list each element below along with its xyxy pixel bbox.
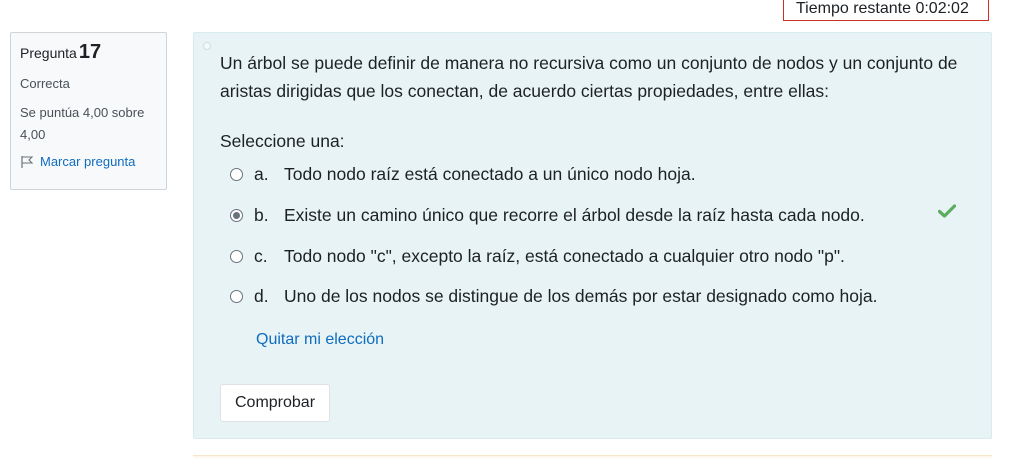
answer-text: Todo nodo raíz está conectado a un único… (284, 163, 696, 184)
question-info-panel: Pregunta 17 Correcta Se puntúa 4,00 sobr… (10, 32, 167, 190)
quiz-page: Tiempo restante 0:02:02 Pregunta 17 Corr… (0, 0, 1009, 458)
answer-text: Existe un camino único que recorre el ár… (284, 204, 865, 225)
answer-letter: b. (254, 204, 269, 225)
question-number-value: 17 (78, 41, 102, 63)
answer-prompt: Seleccione una: (220, 131, 345, 151)
question-number-label: Pregunta (20, 45, 77, 61)
radio-c[interactable] (230, 249, 243, 263)
answer-option-a[interactable]: a. Todo nodo raíz está conectado a un ún… (230, 162, 696, 186)
flag-icon (21, 155, 34, 168)
answer-text: Todo nodo "c", excepto la raíz, está con… (284, 245, 845, 266)
question-state: Correcta (20, 76, 70, 91)
corner-dot (203, 42, 211, 50)
check-icon (938, 204, 956, 218)
answer-text: Uno de los nodos se distingue de los dem… (284, 285, 878, 306)
time-remaining-label: Tiempo restante 0:02:02 (796, 0, 969, 17)
question-content: Un árbol se puede definir de manera no r… (193, 32, 992, 439)
answer-option-d[interactable]: d. Uno de los nodos se distingue de los … (230, 284, 877, 308)
radio-a[interactable] (230, 167, 243, 181)
clear-choice-link[interactable]: Quitar mi elección (256, 331, 384, 349)
answer-letter: c. (254, 245, 268, 266)
check-button[interactable]: Comprobar (220, 384, 330, 422)
time-remaining: Tiempo restante 0:02:02 (783, 0, 989, 21)
radio-b[interactable] (230, 208, 243, 222)
question-text: Un árbol se puede definir de manera no r… (220, 53, 958, 101)
answer-option-c[interactable]: c. Todo nodo "c", excepto la raíz, está … (230, 244, 845, 268)
answer-letter: d. (254, 285, 269, 306)
answer-letter: a. (254, 163, 269, 184)
flag-question-label: Marcar pregunta (40, 154, 136, 169)
answer-option-b[interactable]: b. Existe un camino único que recorre el… (230, 203, 865, 227)
flag-question-link[interactable]: Marcar pregunta (20, 154, 157, 169)
radio-d[interactable] (230, 289, 243, 303)
question-grade: Se puntúa 4,00 sobre 4,00 (20, 105, 145, 142)
question-number: Pregunta 17 (20, 41, 157, 67)
